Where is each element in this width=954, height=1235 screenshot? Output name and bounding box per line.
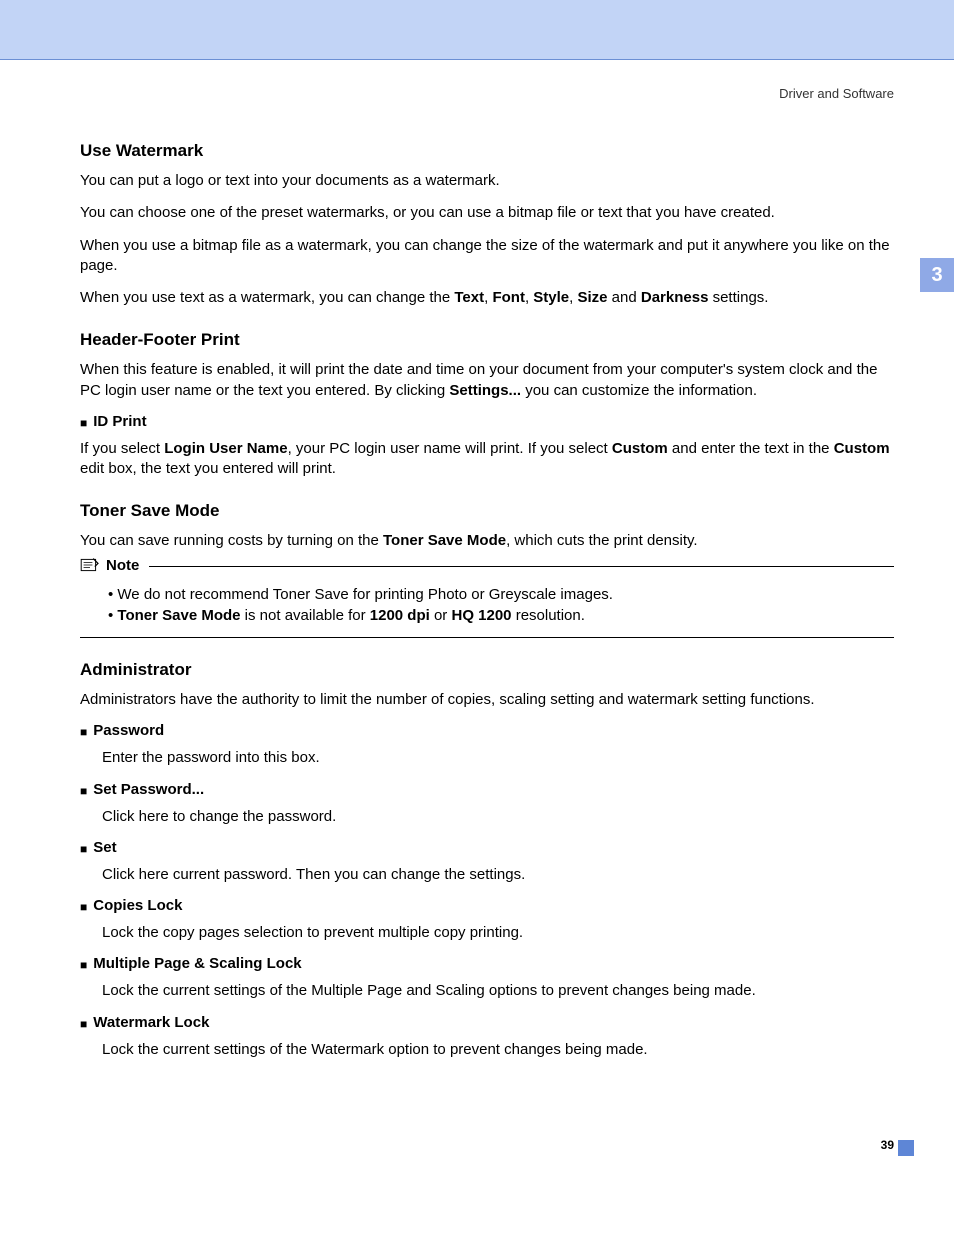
text-run: and enter the text in the: [668, 440, 834, 457]
square-bullet-icon: ■: [80, 955, 87, 975]
copies-lock-desc: Lock the copy pages selection to prevent…: [102, 923, 894, 943]
square-bullet-icon: ■: [80, 897, 87, 917]
bold-font: Font: [492, 289, 524, 306]
section-title-admin: Administrator: [80, 660, 894, 680]
page-content: Driver and Software 3 Use Watermark You …: [0, 60, 954, 1192]
text-run: , which cuts the print density.: [506, 532, 697, 549]
bold-toner-save-mode: Toner Save Mode: [117, 607, 240, 624]
section-title-watermark: Use Watermark: [80, 141, 894, 161]
set-desc: Click here current password. Then you ca…: [102, 865, 894, 885]
text-run: or: [430, 607, 452, 624]
toner-p1: You can save running costs by turning on…: [80, 531, 894, 551]
square-bullet-icon: ■: [80, 413, 87, 433]
note-icon: [80, 557, 100, 573]
bold-darkness: Darkness: [641, 289, 709, 306]
list-item-mps-lock: ■ Multiple Page & Scaling Lock: [80, 955, 894, 975]
watermark-lock-desc: Lock the current settings of the Waterma…: [102, 1040, 894, 1060]
watermark-p4: When you use text as a watermark, you ca…: [80, 288, 894, 308]
text-run: settings.: [708, 289, 768, 306]
header-footer-p1: When this feature is enabled, it will pr…: [80, 360, 894, 401]
note-box: Note We do not recommend Toner Save for …: [80, 566, 894, 639]
password-desc: Enter the password into this box.: [102, 748, 894, 768]
list-item-watermark-lock: ■ Watermark Lock: [80, 1014, 894, 1034]
text-run: If you select: [80, 440, 164, 457]
bold-style: Style: [533, 289, 569, 306]
id-print-label: ID Print: [93, 413, 146, 430]
page-number: 39: [881, 1138, 894, 1152]
bold-size: Size: [577, 289, 607, 306]
mps-lock-label: Multiple Page & Scaling Lock: [93, 955, 301, 972]
list-item-id-print: ■ ID Print: [80, 413, 894, 433]
bold-custom: Custom: [612, 440, 668, 457]
password-label: Password: [93, 722, 164, 739]
bold-toner-save: Toner Save Mode: [383, 532, 506, 549]
text-run: , your PC login user name will print. If…: [288, 440, 612, 457]
square-bullet-icon: ■: [80, 1014, 87, 1034]
list-item-copies-lock: ■ Copies Lock: [80, 897, 894, 917]
section-title-header-footer: Header-Footer Print: [80, 330, 894, 350]
chapter-tab: 3: [920, 258, 954, 292]
square-bullet-icon: ■: [80, 839, 87, 859]
text-run: When you use text as a watermark, you ca…: [80, 289, 454, 306]
note-header: Note: [80, 557, 149, 574]
note-title: Note: [106, 557, 139, 574]
text-run: and: [608, 289, 641, 306]
list-item-set-password: ■ Set Password...: [80, 781, 894, 801]
copies-lock-label: Copies Lock: [93, 897, 182, 914]
text-run: edit box, the text you entered will prin…: [80, 460, 336, 477]
bold-1200dpi: 1200 dpi: [370, 607, 430, 624]
note-list: We do not recommend Toner Save for print…: [80, 584, 894, 628]
top-banner: [0, 0, 954, 60]
set-label: Set: [93, 839, 116, 856]
admin-p1: Administrators have the authority to lim…: [80, 690, 894, 710]
watermark-lock-label: Watermark Lock: [93, 1014, 209, 1031]
section-title-toner: Toner Save Mode: [80, 501, 894, 521]
list-item-password: ■ Password: [80, 722, 894, 742]
bold-settings: Settings...: [449, 382, 521, 399]
list-item-set: ■ Set: [80, 839, 894, 859]
set-password-desc: Click here to change the password.: [102, 807, 894, 827]
text-run: resolution.: [512, 607, 585, 624]
page-number-accent: [898, 1140, 914, 1156]
watermark-p1: You can put a logo or text into your doc…: [80, 171, 894, 191]
text-run: is not available for: [241, 607, 370, 624]
watermark-p2: You can choose one of the preset waterma…: [80, 203, 894, 223]
text-run: You can save running costs by turning on…: [80, 532, 383, 549]
note-item-1: We do not recommend Toner Save for print…: [108, 584, 894, 606]
bold-text: Text: [454, 289, 484, 306]
bold-login-user-name: Login User Name: [164, 440, 287, 457]
bold-custom-2: Custom: [834, 440, 890, 457]
set-password-label: Set Password...: [93, 781, 204, 798]
bold-hq1200: HQ 1200: [451, 607, 511, 624]
id-print-desc: If you select Login User Name, your PC l…: [80, 439, 894, 480]
square-bullet-icon: ■: [80, 722, 87, 742]
breadcrumb: Driver and Software: [80, 86, 894, 101]
note-item-2: Toner Save Mode is not available for 120…: [108, 605, 894, 627]
watermark-p3: When you use a bitmap file as a watermar…: [80, 236, 894, 277]
square-bullet-icon: ■: [80, 781, 87, 801]
text-run: you can customize the information.: [521, 382, 757, 399]
mps-lock-desc: Lock the current settings of the Multipl…: [102, 981, 894, 1001]
